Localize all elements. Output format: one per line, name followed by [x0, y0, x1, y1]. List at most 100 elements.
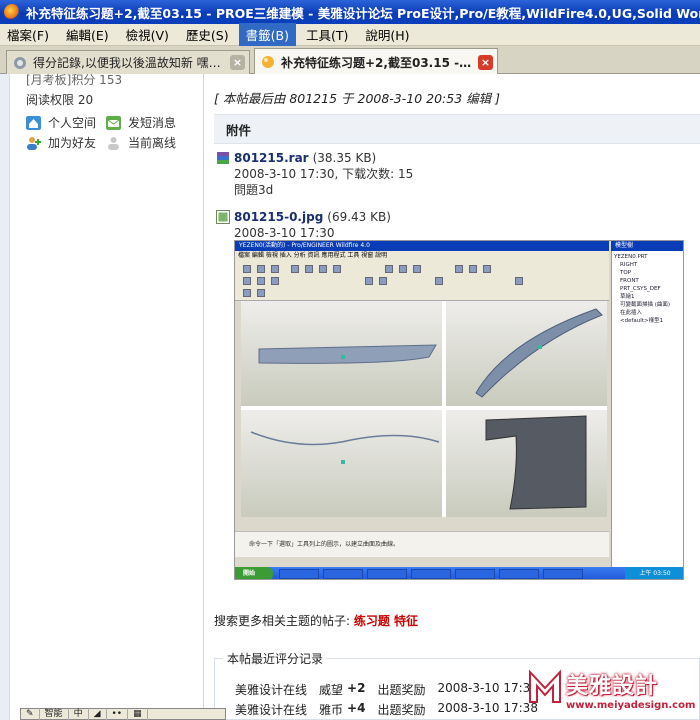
- embedded-start-button: 開始: [235, 567, 273, 579]
- menu-view[interactable]: 檢視(V): [119, 23, 176, 46]
- rating-user[interactable]: 美雅设计在线: [235, 681, 307, 698]
- post-body: [ 本帖最后由 801215 于 2008-3-10 20:53 编辑 ] 附件…: [206, 74, 700, 720]
- rating-row: 美雅设计在线 雅币 +4 出题奖励 2008-3-10 17:38: [235, 701, 550, 718]
- attachment-jpg: 801215-0.jpg (69.43 KB) 2008-3-10 17:30: [216, 209, 391, 241]
- tool-icon: [305, 265, 313, 273]
- tool-icon: [257, 289, 265, 297]
- tool-icon: [257, 265, 265, 273]
- viewport-top: [241, 410, 442, 517]
- tool-icon: [243, 289, 251, 297]
- menu-help[interactable]: 說明(H): [358, 23, 416, 46]
- tree-item: 可變截面掃描 (曲面): [620, 302, 671, 308]
- watermark-name: 美雅設計: [566, 674, 659, 699]
- ime-lang-button[interactable]: 中: [69, 708, 89, 720]
- rating-row: 美雅设计在线 威望 +2 出题奖励 2008-3-10 17:38: [235, 681, 550, 698]
- ime-keyboard-button[interactable]: ▦: [128, 708, 148, 720]
- tool-icon: [413, 265, 421, 273]
- credits-line: [月考板]积分 153: [26, 73, 123, 87]
- attachment-description: 問題3d: [234, 183, 274, 197]
- rating-type: 雅币: [319, 703, 344, 717]
- meiya-logo-icon: [529, 669, 561, 703]
- attachment-link[interactable]: 801215.rar: [234, 151, 309, 165]
- curve-top-view: [250, 431, 440, 464]
- tree-item: PRT_CSYS_DEF: [620, 286, 661, 292]
- attachment-meta: 2008-3-10 17:30: [234, 226, 335, 240]
- window-title: 补充特征练习题+2,截至03.15 - PROE三维建模 - 美雅设计论坛 Pr…: [26, 5, 700, 21]
- ime-pen-button[interactable]: ✎: [21, 708, 40, 720]
- menu-bookmarks[interactable]: 書籤(B): [238, 23, 296, 46]
- embedded-task: [455, 569, 495, 579]
- home-icon: [26, 115, 41, 130]
- site-watermark: 美雅設計 www.meiyadesign.com: [526, 666, 700, 720]
- surface-side-view: [258, 344, 437, 364]
- tree-item: FRONT: [620, 278, 639, 284]
- profile-right-view: [485, 415, 587, 510]
- user-space-link[interactable]: 个人空间: [26, 114, 96, 131]
- attachment-rar: 801215.rar (38.35 KB) 2008-3-10 17:30, 下…: [216, 150, 413, 198]
- message-icon: [106, 115, 121, 130]
- rating-points: +4: [347, 701, 366, 715]
- send-message-link[interactable]: 发短消息: [106, 114, 176, 131]
- offline-icon: [108, 136, 119, 150]
- tool-icon: [319, 265, 327, 273]
- tool-icon: [271, 265, 279, 273]
- add-friend-link[interactable]: 加为好友: [26, 134, 96, 151]
- menu-file[interactable]: 檔案(F): [0, 23, 56, 46]
- tool-icon: [435, 277, 443, 285]
- rar-archive-icon: [217, 152, 229, 164]
- tab-bar: 得分記錄,以便我以後溫故知新 嘿嘿... × 补充特征练习题+2,截至03.15…: [0, 46, 700, 75]
- tab-current-post[interactable]: 补充特征练习题+2,截至03.15 - ... ×: [254, 48, 498, 75]
- embedded-task: [499, 569, 539, 579]
- ime-toolbar: ✎ 智能 中 ◢ •• ▦: [20, 708, 226, 720]
- attachment-size: (38.35 KB): [312, 151, 377, 165]
- firefox-icon: [4, 4, 20, 20]
- rating-user[interactable]: 美雅设计在线: [235, 701, 307, 718]
- menu-tools[interactable]: 工具(T): [299, 23, 355, 46]
- viewport-iso: [446, 301, 607, 406]
- search-more-line: 搜索更多相关主题的帖子: 练习题 特征: [214, 612, 418, 629]
- loading-icon: [262, 56, 274, 68]
- tool-icon: [271, 277, 279, 285]
- embedded-task: [543, 569, 583, 579]
- tool-icon: [365, 277, 373, 285]
- ime-punct-button[interactable]: ••: [107, 708, 129, 720]
- viewport-right: [446, 410, 607, 517]
- embedded-model-tree: YEZEN0.PRT RIGHT TOP FRONT PRT_CSYS_DEF …: [611, 251, 683, 567]
- attachment-image-proe-screenshot[interactable]: YEZEN0(活動的) - Pro/ENGINEER Wildfire 4.0 …: [234, 240, 684, 580]
- menu-edit[interactable]: 編輯(E): [59, 23, 116, 46]
- tree-item: 草繪1: [620, 294, 635, 300]
- image-file-icon: [216, 210, 230, 224]
- page-content: [月考板]积分 153 阅读权限 20 个人空间 发短消息 加为好友 当前离线 …: [0, 73, 700, 720]
- tool-icon: [243, 277, 251, 285]
- watermark-url: www.meiyadesign.com: [566, 700, 696, 711]
- tool-icon: [243, 265, 251, 273]
- link-label: 个人空间: [48, 116, 97, 130]
- close-icon[interactable]: ×: [230, 55, 245, 70]
- tool-icon: [379, 277, 387, 285]
- close-icon[interactable]: ×: [478, 54, 493, 70]
- title-bar: 补充特征练习题+2,截至03.15 - PROE三维建模 - 美雅设计论坛 Pr…: [0, 0, 700, 24]
- rating-reason: 出题奖励: [377, 683, 426, 697]
- link-label: 发短消息: [128, 116, 177, 130]
- tree-item: RIGHT: [620, 262, 638, 268]
- status-label: 当前离线: [128, 136, 177, 150]
- author-sidebar: [月考板]积分 153 阅读权限 20 个人空间 发短消息 加为好友 当前离线: [0, 73, 204, 720]
- tree-item: TOP: [620, 270, 632, 276]
- tab-label: 得分記錄,以便我以後溫故知新 嘿嘿...: [33, 56, 225, 70]
- ime-shape-button[interactable]: ◢: [89, 708, 107, 720]
- online-status: 当前离线: [106, 134, 176, 151]
- tab-label: 补充特征练习题+2,截至03.15 - ...: [281, 55, 473, 70]
- menu-history[interactable]: 歷史(S): [179, 23, 236, 46]
- attachment-link[interactable]: 801215-0.jpg: [234, 210, 323, 224]
- tool-icon: [469, 265, 477, 273]
- edit-note: [ 本帖最后由 801215 于 2008-3-10 20:53 编辑 ]: [214, 91, 500, 106]
- rating-points: +2: [347, 681, 366, 695]
- search-keyword-links[interactable]: 练习题 特征: [354, 614, 418, 628]
- page-icon: [14, 56, 26, 69]
- tree-item: 在此插入: [620, 310, 643, 316]
- ime-mode-button[interactable]: 智能: [40, 708, 69, 720]
- tool-icon: [399, 265, 407, 273]
- embedded-menu: 檔案 編輯 檢視 插入 分析 資訊 應用程式 工具 視窗 說明: [235, 251, 609, 261]
- embedded-clock: 上午 03:50: [625, 567, 683, 579]
- attachment-size: (69.43 KB): [327, 210, 391, 224]
